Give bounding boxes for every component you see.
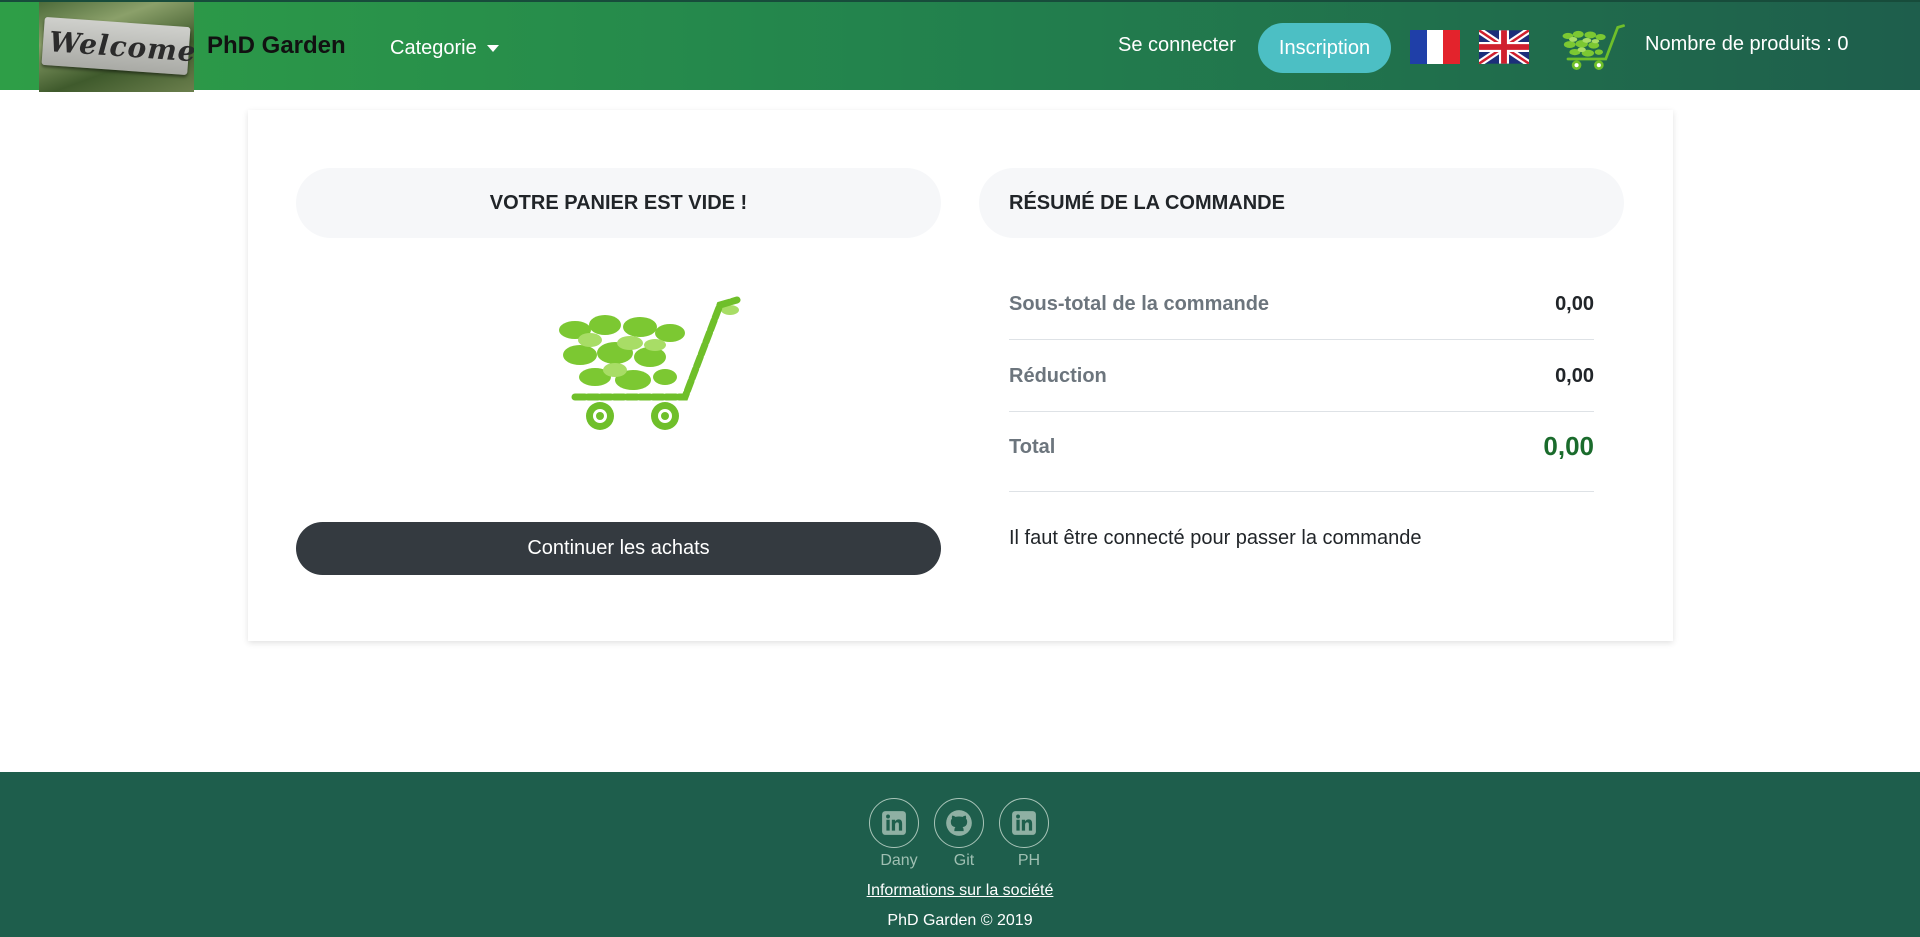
flag-uk-icon[interactable] [1479, 30, 1529, 64]
subtotal-row: Sous-total de la commande 0,00 [1009, 268, 1594, 340]
github-link[interactable] [934, 798, 984, 848]
empty-cart-icon [559, 296, 741, 430]
discount-row: Réduction 0,00 [1009, 340, 1594, 412]
github-icon [946, 810, 972, 836]
chevron-down-icon [486, 45, 499, 53]
social-label-ph: PH [1017, 852, 1041, 869]
linkedin-ph-link[interactable] [999, 798, 1049, 848]
linkedin-icon [1012, 811, 1036, 835]
discount-label: Réduction [1009, 365, 1107, 387]
login-required-notice: Il faut être connecté pour passer la com… [1009, 527, 1422, 549]
site-logo[interactable]: Welcome [39, 2, 194, 92]
social-label-dany: Dany [880, 852, 918, 869]
subtotal-value: 0,00 [1555, 293, 1594, 315]
linkedin-dany-link[interactable] [869, 798, 919, 848]
order-summary-title: RÉSUMÉ DE LA COMMANDE [979, 168, 1624, 238]
total-row: Total 0,00 [1009, 412, 1594, 492]
discount-value: 0,00 [1555, 365, 1594, 387]
category-label: Categorie [390, 37, 477, 59]
continue-shopping-button[interactable]: Continuer les achats [296, 522, 941, 575]
cart-count-label: Nombre de produits : 0 [1645, 33, 1849, 55]
company-info-link[interactable]: Informations sur la société [0, 882, 1920, 900]
total-label: Total [1009, 436, 1056, 458]
cart-icon[interactable] [1554, 24, 1630, 72]
navbar: Welcome PhD Garden Categorie Se connecte… [0, 0, 1920, 92]
brand-name[interactable]: PhD Garden [207, 32, 346, 60]
uk-flag-graphic [1479, 30, 1529, 64]
signup-button[interactable]: Inscription [1258, 23, 1391, 73]
empty-cart-title: VOTRE PANIER EST VIDE ! [296, 168, 941, 238]
login-link[interactable]: Se connecter [1118, 34, 1236, 57]
flag-fr-icon[interactable] [1410, 30, 1461, 64]
linkedin-icon [882, 811, 906, 835]
footer: Dany Git PH Informations sur la société … [0, 772, 1920, 937]
subtotal-label: Sous-total de la commande [1009, 293, 1270, 315]
copyright-text: PhD Garden © 2019 [887, 912, 1033, 929]
total-value: 0,00 [1543, 431, 1594, 461]
category-dropdown[interactable]: Categorie [390, 37, 499, 60]
social-label-git: Git [953, 852, 975, 869]
